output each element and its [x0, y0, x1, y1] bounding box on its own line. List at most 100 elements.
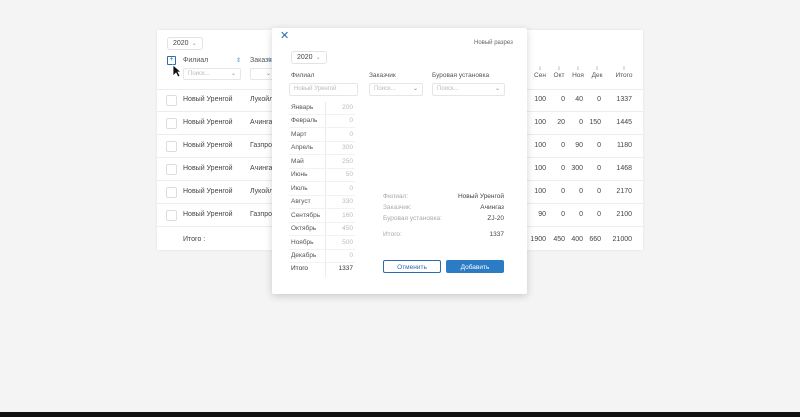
cell-branch: Новый Уренгой: [183, 165, 233, 172]
chevron-down-icon: ⌄: [315, 55, 321, 61]
chevron-down-icon: ⌄: [412, 86, 418, 92]
month-input[interactable]: 0: [327, 185, 353, 192]
column-header-nov[interactable]: ⇕ Ноя: [570, 66, 586, 79]
table-year-value: 2020: [173, 40, 189, 47]
divider: [289, 195, 355, 196]
divider: [289, 249, 355, 250]
cell-total: 2100: [616, 211, 632, 218]
cell-customer: Ачинга: [250, 119, 273, 126]
modal-title: Новый разрез: [474, 40, 513, 46]
cell-nov: 0: [579, 211, 583, 218]
modal-year-value: 2020: [297, 54, 313, 61]
month-input[interactable]: 500: [327, 239, 353, 246]
sort-icon[interactable]: ⇕: [236, 57, 241, 64]
month-input[interactable]: 160: [327, 212, 353, 219]
column-header-branch[interactable]: Филиал: [183, 57, 208, 64]
row-checkbox[interactable]: [166, 141, 177, 152]
row-checkbox[interactable]: [166, 118, 177, 129]
cell-sep: 100: [534, 96, 546, 103]
month-label: Июнь: [291, 171, 308, 178]
summary-total-key: Итого:: [383, 231, 402, 238]
cell-sep: 100: [534, 119, 546, 126]
column-header-oct[interactable]: ⇕ Окт: [551, 66, 567, 79]
summary-customer-key: Заказчик:: [383, 204, 412, 211]
divider: [289, 222, 355, 223]
cell-dec: 0: [597, 211, 601, 218]
month-label: Апрель: [291, 144, 314, 151]
cell-branch: Новый Уренгой: [183, 142, 233, 149]
branch-filter-input[interactable]: Поиск... ⌄: [183, 68, 241, 80]
divider: [289, 208, 355, 209]
row-checkbox[interactable]: [166, 210, 177, 221]
month-label: Март: [291, 131, 307, 138]
column-header-total[interactable]: ⇕ Итого: [613, 66, 635, 79]
customer-select[interactable]: Поиск... ⌄: [369, 83, 423, 96]
chevron-down-icon: ⌄: [230, 71, 236, 77]
row-checkbox[interactable]: [166, 164, 177, 175]
month-input[interactable]: 0: [327, 131, 353, 138]
cell-dec: 0: [597, 142, 601, 149]
summary-rig-value: ZJ-20: [487, 215, 504, 222]
month-input[interactable]: 450: [327, 225, 353, 232]
divider: [289, 154, 355, 155]
cell-dec: 150: [589, 119, 601, 126]
divider: [289, 168, 355, 169]
column-header-sep[interactable]: ⇕ Сен: [532, 66, 548, 79]
footer-nov: 400: [571, 236, 583, 243]
close-icon[interactable]: ✕: [280, 31, 289, 42]
summary-rig-key: Буровая установка:: [383, 215, 442, 222]
month-input[interactable]: 200: [327, 104, 353, 111]
modal-year-select[interactable]: 2020 ⌄: [291, 51, 327, 64]
screen-bottom-edge: [0, 412, 800, 417]
cell-dec: 0: [597, 165, 601, 172]
branch-label: Филиал: [291, 72, 315, 79]
summary-branch-value: Новый Уренгой: [457, 193, 504, 200]
cell-customer: Лукойл: [250, 188, 274, 195]
cell-total: 1337: [616, 96, 632, 103]
cell-nov: 90: [575, 142, 583, 149]
month-input[interactable]: 0: [327, 252, 353, 259]
cell-dec: 0: [597, 96, 601, 103]
cell-oct: 0: [561, 96, 565, 103]
month-input[interactable]: 330: [327, 198, 353, 205]
month-input[interactable]: 300: [327, 144, 353, 151]
month-input[interactable]: 50: [327, 171, 353, 178]
cell-oct: 0: [561, 165, 565, 172]
divider: [289, 114, 355, 115]
cancel-button[interactable]: Отменить: [383, 260, 441, 273]
cell-nov: 40: [575, 96, 583, 103]
chevron-down-icon: ⌄: [191, 41, 197, 47]
month-label: Июль: [291, 185, 308, 192]
rig-label: Буровая установка: [432, 72, 490, 79]
row-checkbox[interactable]: [166, 95, 177, 106]
cell-nov: 0: [579, 119, 583, 126]
branch-field[interactable]: Новый Уренгой: [289, 83, 358, 96]
footer-sep: 1900: [530, 236, 546, 243]
cell-total: 1445: [616, 119, 632, 126]
cell-branch: Новый Уренгой: [183, 96, 233, 103]
month-input[interactable]: 250: [327, 158, 353, 165]
month-label: Октябрь: [291, 225, 317, 232]
cell-oct: 0: [561, 188, 565, 195]
cell-branch: Новый Уренгой: [183, 119, 233, 126]
cell-customer: Ачинга: [250, 165, 273, 172]
divider: [289, 235, 355, 236]
divider: [289, 181, 355, 182]
column-header-dec[interactable]: ⇕ Дек: [589, 66, 605, 79]
month-label: Май: [291, 158, 304, 165]
footer-dec: 660: [589, 236, 601, 243]
divider: [289, 262, 355, 263]
cell-oct: 0: [561, 142, 565, 149]
rig-select[interactable]: Поиск... ⌄: [432, 83, 505, 96]
cell-nov: 300: [571, 165, 583, 172]
customer-label: Заказчик: [369, 72, 396, 79]
month-label: Сентябрь: [291, 212, 321, 219]
table-year-select[interactable]: 2020 ⌄: [167, 37, 203, 50]
row-checkbox[interactable]: [166, 187, 177, 198]
footer-total-label: Итого :: [183, 236, 206, 243]
month-input[interactable]: 0: [327, 117, 353, 124]
mouse-cursor-icon: [172, 64, 182, 78]
add-button[interactable]: Добавить: [446, 260, 504, 273]
cell-sep: 100: [534, 188, 546, 195]
cell-nov: 0: [579, 188, 583, 195]
